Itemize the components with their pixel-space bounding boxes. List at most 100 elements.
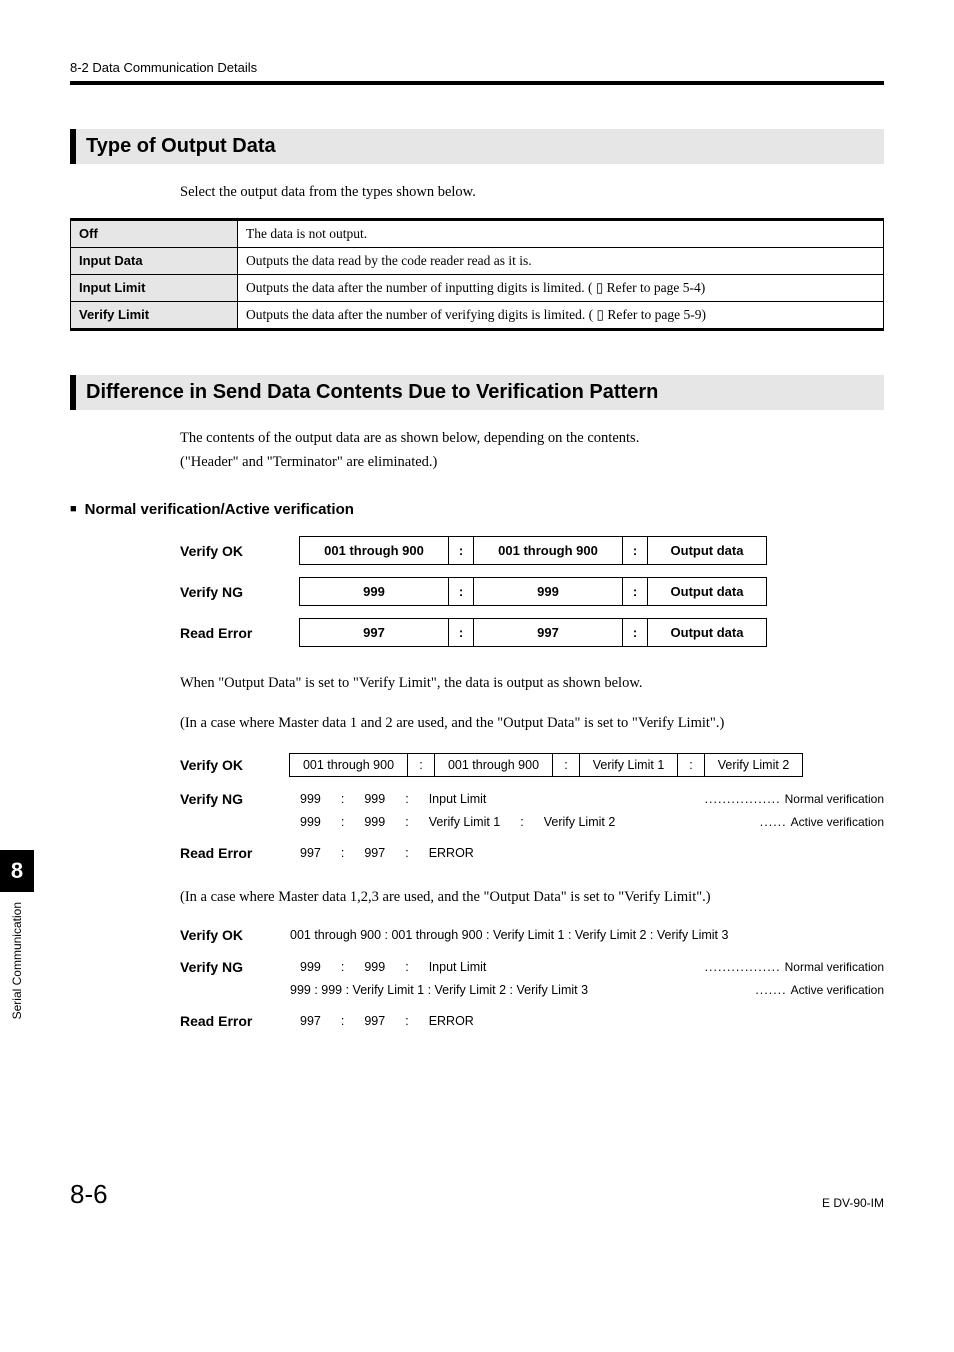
vl-note: Active verification (791, 815, 884, 829)
section-title-output: Type of Output Data (70, 129, 884, 164)
note-b: (In a case where Master data 1 and 2 are… (180, 713, 884, 735)
section2-lead2: ("Header" and "Terminator" are eliminate… (180, 452, 884, 474)
table-row: Input Data Outputs the data read by the … (71, 247, 884, 274)
vl-cell: 001 through 900 (289, 753, 408, 777)
vl-text: 999 : 999 : Verify Limit 1 : Verify Limi… (290, 983, 598, 997)
matrix-sep: : (448, 618, 474, 647)
vl-seg: 999 (354, 792, 395, 806)
matrix-cell: 001 through 900 (473, 536, 623, 565)
matrix-cell: 999 (299, 577, 449, 606)
vl-sep: : (677, 753, 705, 777)
page-number: 8-6 (70, 1179, 108, 1210)
vl-label: Read Error (180, 1013, 290, 1029)
row-desc-text: Outputs the data after the number of inp… (246, 280, 592, 295)
matrix-out: Output data (647, 577, 767, 606)
chapter-label: Serial Communication (10, 892, 24, 1029)
section2-lead1: The contents of the output data are as s… (180, 428, 884, 450)
vl-seg: 999 (290, 792, 331, 806)
matrix-label: Verify OK (180, 543, 300, 559)
vl3-ng-line1: Verify NG 999 : 999 : Input Limit ......… (180, 959, 884, 975)
row-desc: Outputs the data read by the code reader… (238, 247, 884, 274)
vl2-ng-line2: 999 : 999 : Verify Limit 1 : Verify Limi… (180, 815, 884, 829)
verify-matrix: Verify OK 001 through 900 : 001 through … (180, 536, 884, 647)
vl3-ng-line2: 999 : 999 : Verify Limit 1 : Verify Limi… (180, 983, 884, 997)
vl-sep: : (331, 1014, 354, 1028)
vl-seg: 999 (354, 960, 395, 974)
leader-dots: ....... (751, 983, 790, 997)
vl3-ok-row: Verify OK 001 through 900 : 001 through … (180, 927, 884, 943)
leader-dots: ................. (701, 960, 785, 974)
row-label: Input Data (71, 247, 238, 274)
matrix-sep: : (448, 577, 474, 606)
vl-sep: : (395, 792, 418, 806)
vl-seg: 999 (290, 960, 331, 974)
vl-sep: : (510, 815, 533, 829)
section-title-diff: Difference in Send Data Contents Due to … (70, 375, 884, 410)
vl-sep: : (552, 753, 580, 777)
matrix-cell: 997 (473, 618, 623, 647)
vl2-re-row: Read Error 997 : 997 : ERROR (180, 845, 884, 861)
vl-note: Normal verification (785, 960, 884, 974)
row-desc: Outputs the data after the number of ver… (238, 301, 884, 329)
matrix-row: Read Error 997 : 997 : Output data (180, 618, 884, 647)
vl-sep: : (331, 846, 354, 860)
note-c: (In a case where Master data 1,2,3 are u… (180, 887, 884, 909)
output-type-table: Off The data is not output. Input Data O… (70, 218, 884, 331)
breadcrumb: 8-2 Data Communication Details (70, 60, 884, 85)
sub-heading: ■ Normal verification/Active verification (70, 501, 884, 518)
row-desc-text: Outputs the data after the number of ver… (246, 307, 593, 322)
doc-id: E DV-90-IM (822, 1196, 884, 1210)
matrix-sep: : (622, 618, 648, 647)
vl-cell: Verify Limit 2 (704, 753, 803, 777)
vl-label: Verify NG (180, 959, 290, 975)
table-row: Verify Limit Outputs the data after the … (71, 301, 884, 329)
matrix-label: Read Error (180, 625, 300, 641)
vl3-re-row: Read Error 997 : 997 : ERROR (180, 1013, 884, 1029)
page-footer: 8-6 E DV-90-IM (70, 1179, 884, 1210)
vl-seg: Verify Limit 2 (534, 815, 626, 829)
sub-heading-text: Normal verification/Active verification (85, 501, 354, 518)
leader-dots: ...... (756, 815, 791, 829)
matrix-cell: 999 (473, 577, 623, 606)
vl-seg: 997 (290, 1014, 331, 1028)
matrix-sep: : (448, 536, 474, 565)
vl-label: Verify OK (180, 927, 290, 943)
matrix-label: Verify NG (180, 584, 300, 600)
vl-seg: ERROR (419, 846, 484, 860)
vl-seg: 999 (354, 815, 395, 829)
vl-sep: : (407, 753, 435, 777)
vl-sep: : (395, 846, 418, 860)
vl-seg: 997 (290, 846, 331, 860)
bullet-icon: ■ (70, 503, 77, 515)
matrix-row: Verify OK 001 through 900 : 001 through … (180, 536, 884, 565)
chapter-tab: 8 Serial Communication (0, 850, 34, 1029)
vl-note: Active verification (791, 983, 884, 997)
vl-seg: 997 (354, 846, 395, 860)
section1-lead: Select the output data from the types sh… (180, 182, 884, 204)
vl-text: 001 through 900 : 001 through 900 : Veri… (290, 928, 738, 942)
vl-cell: Verify Limit 1 (579, 753, 678, 777)
table-row: Off The data is not output. (71, 219, 884, 247)
vl2-ok-row: Verify OK 001 through 900 : 001 through … (180, 753, 884, 777)
vl-seg: Verify Limit 1 (419, 815, 511, 829)
vl-label: Verify NG (180, 791, 290, 807)
vl2-ng-line1: Verify NG 999 : 999 : Input Limit ......… (180, 791, 884, 807)
row-ref: Refer to page 5-9) (607, 307, 706, 322)
vl-sep: : (331, 792, 354, 806)
vl-sep: : (331, 960, 354, 974)
vl-label: Read Error (180, 845, 290, 861)
vl-seg: 999 (290, 815, 331, 829)
row-label: Input Limit (71, 274, 238, 301)
book-icon: ▯ (596, 280, 603, 295)
row-ref: Refer to page 5-4) (607, 280, 706, 295)
matrix-out: Output data (647, 536, 767, 565)
matrix-sep: : (622, 536, 648, 565)
vl-seg: Input Limit (419, 960, 497, 974)
vl-sep: : (395, 815, 418, 829)
vl-seg: 997 (354, 1014, 395, 1028)
vl-sep: : (331, 815, 354, 829)
row-label: Verify Limit (71, 301, 238, 329)
leader-dots: ................. (701, 792, 785, 806)
vl-label: Verify OK (180, 757, 290, 773)
chapter-num: 8 (0, 850, 34, 892)
